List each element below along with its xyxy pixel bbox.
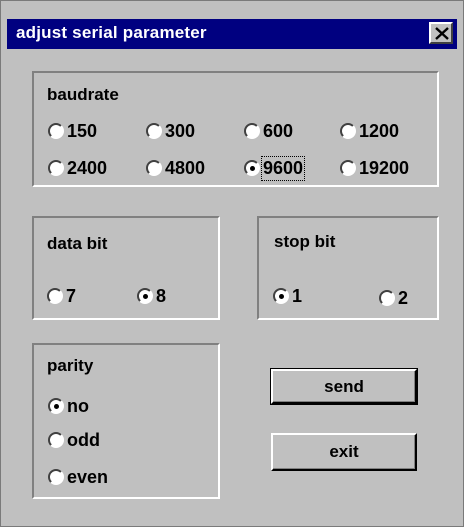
radio-label: 150 <box>67 121 98 141</box>
radio-circle <box>48 160 64 176</box>
send-button[interactable]: send <box>270 368 418 405</box>
radio-circle <box>48 123 64 139</box>
radio-circle <box>47 288 63 304</box>
data-bit-title: data bit <box>47 234 108 253</box>
stop-bit-title: stop bit <box>274 232 336 251</box>
radio-label: 1200 <box>359 121 400 141</box>
radio-circle <box>273 288 289 304</box>
radio-label: 1 <box>292 286 303 306</box>
radio-circle <box>379 290 395 306</box>
window-title: adjust serial parameter <box>16 23 207 42</box>
parity-group: parity no odd even <box>32 343 220 499</box>
data-bit-group: data bit 7 8 <box>32 216 220 320</box>
radio-label: no <box>67 396 89 416</box>
radio-label: 8 <box>156 286 167 306</box>
radio-circle <box>340 123 356 139</box>
radio-circle <box>48 398 64 414</box>
baudrate-group: baudrate 150 300 600 1200 2400 4800 9600 <box>32 71 439 187</box>
radio-circle <box>244 123 260 139</box>
radio-label: 7 <box>66 286 77 306</box>
radio-circle <box>48 432 64 448</box>
radio-label: odd <box>67 430 100 450</box>
stop-bit-group: stop bit 1 2 <box>257 216 439 320</box>
radio-label: 2 <box>398 288 409 308</box>
radio-label: 2400 <box>67 158 108 178</box>
radio-label: 9600 <box>260 156 306 181</box>
radio-label: 19200 <box>359 158 410 178</box>
exit-button[interactable]: exit <box>271 433 417 471</box>
radio-circle <box>137 288 153 304</box>
parity-title: parity <box>47 356 94 375</box>
radio-label: 600 <box>263 121 294 141</box>
radio-label: even <box>67 467 109 487</box>
close-icon <box>435 27 449 40</box>
baudrate-title: baudrate <box>47 85 119 104</box>
radio-circle <box>146 160 162 176</box>
close-button[interactable] <box>429 22 453 44</box>
radio-label: 300 <box>165 121 196 141</box>
title-bar[interactable]: adjust serial parameter <box>7 19 457 49</box>
radio-circle <box>48 469 64 485</box>
radio-circle <box>340 160 356 176</box>
radio-circle <box>244 160 260 176</box>
radio-label: 4800 <box>165 158 206 178</box>
serial-dialog: adjust serial parameter baudrate 150 300… <box>0 0 464 527</box>
radio-circle <box>146 123 162 139</box>
